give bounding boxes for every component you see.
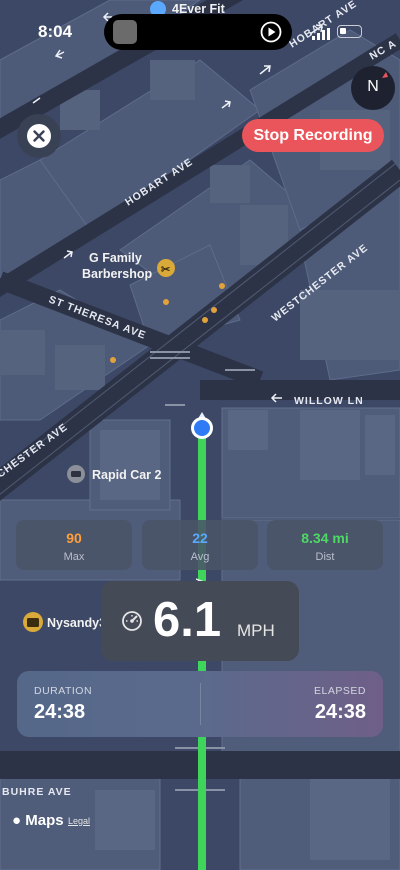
elapsed-value: 24:38 bbox=[314, 701, 366, 723]
legal-link[interactable]: Legal bbox=[68, 816, 90, 826]
poi-label: Barbershop bbox=[82, 267, 153, 281]
timer-divider bbox=[200, 683, 201, 725]
poi-label: G Family bbox=[89, 251, 142, 265]
distance-tile: 8.34 mi Dist bbox=[267, 520, 383, 570]
avg-speed-value: 22 bbox=[192, 530, 208, 546]
road-label-willow: WILLOW LN bbox=[294, 395, 364, 407]
compass-button[interactable]: N bbox=[351, 66, 395, 110]
poi-rapid-car[interactable]: Rapid Car 2 bbox=[67, 465, 162, 483]
speed-card: 6.1 MPH bbox=[101, 581, 299, 661]
max-speed-label: Max bbox=[63, 551, 85, 563]
avg-speed-label: Avg bbox=[190, 551, 210, 563]
compass-label: N bbox=[367, 78, 379, 95]
close-icon bbox=[27, 124, 51, 148]
distance-label: Dist bbox=[315, 551, 335, 563]
speed-unit: MPH bbox=[237, 621, 275, 640]
stop-recording-button[interactable]: Stop Recording bbox=[242, 119, 384, 152]
poi-label: Rapid Car 2 bbox=[92, 468, 162, 482]
cellular-signal-icon bbox=[312, 28, 330, 40]
duration-value: 24:38 bbox=[34, 701, 86, 723]
current-speed-value: 6.1 bbox=[153, 593, 222, 647]
poi-label: Nysandy3 bbox=[47, 616, 106, 630]
close-button[interactable] bbox=[17, 114, 61, 158]
elapsed-label: ELAPSED bbox=[314, 685, 366, 697]
avg-speed-tile: 22 Avg bbox=[142, 520, 258, 570]
maps-logo-text: Maps bbox=[25, 812, 64, 829]
status-time: 8:04 bbox=[38, 22, 73, 41]
dynamic-island[interactable] bbox=[104, 14, 292, 50]
battery-icon bbox=[337, 25, 362, 38]
timer-card: DURATION 24:38 ELAPSED 24:38 bbox=[17, 671, 383, 737]
max-speed-value: 90 bbox=[66, 530, 82, 546]
svg-text:✂: ✂ bbox=[161, 264, 170, 276]
apple-maps-logo: ● Maps bbox=[12, 812, 64, 829]
duration-label: DURATION bbox=[34, 685, 93, 697]
speedometer-icon bbox=[122, 611, 142, 631]
play-icon[interactable] bbox=[260, 21, 282, 43]
road-label-buhre: BUHRE AVE bbox=[2, 786, 72, 798]
max-speed-tile: 90 Max bbox=[16, 520, 132, 570]
apple-logo-icon: ● bbox=[12, 812, 22, 829]
distance-value: 8.34 mi bbox=[301, 530, 349, 546]
album-art-icon bbox=[113, 20, 137, 44]
